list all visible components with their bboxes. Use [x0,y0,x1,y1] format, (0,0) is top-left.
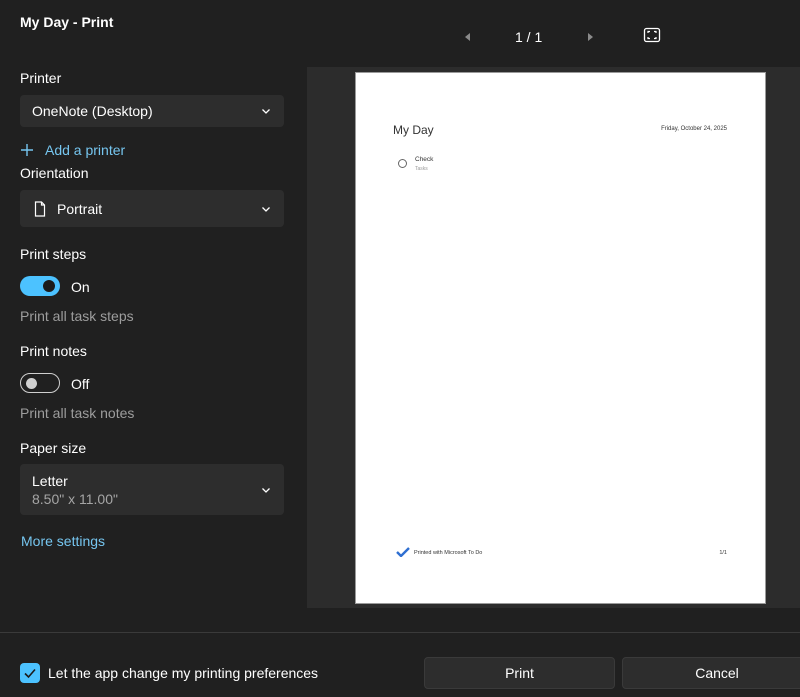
chevron-down-icon [262,109,270,114]
print-notes-toggle[interactable] [20,373,60,393]
preview-page-number: 1/1 [719,550,727,556]
paper-size-dropdown[interactable]: Letter 8.50" x 11.00" [20,464,284,515]
print-button[interactable]: Print [424,657,615,689]
preview-footer: Printed with Microsoft To Do [414,550,483,556]
document-icon [34,200,46,217]
caret-left-icon [465,33,470,41]
printer-dropdown[interactable]: OneNote (Desktop) [20,95,284,127]
fit-page-button[interactable] [643,27,661,43]
chevron-down-icon [262,487,270,493]
toggle-knob [43,280,55,292]
preferences-checkbox-label: Let the app change my printing preferenc… [48,665,319,681]
preview-date: Friday, October 24, 2025 [661,126,727,132]
preview-title: My Day [393,123,434,137]
page-indicator: 1 / 1 [515,29,543,45]
orientation-label: Orientation [20,165,89,181]
preferences-checkbox[interactable] [20,663,40,683]
paper-size-label: Paper size [20,440,87,456]
plus-icon [21,144,33,156]
print-steps-state: On [71,279,90,295]
window-title: My Day - Print [20,14,114,30]
paper-size-dimensions: 8.50" x 11.00" [32,490,118,507]
more-settings-link[interactable]: More settings [21,533,105,549]
caret-right-icon [588,33,593,41]
footer-divider [0,632,800,633]
print-notes-label: Print notes [20,343,87,359]
printer-label: Printer [20,70,62,86]
print-notes-state: Off [71,376,90,392]
prev-page-button[interactable] [462,30,474,42]
print-notes-description: Print all task notes [20,405,135,421]
cancel-button[interactable]: Cancel [622,657,800,689]
printer-value: OneNote (Desktop) [32,103,153,119]
chevron-down-icon [262,206,270,212]
print-steps-toggle[interactable] [20,276,60,296]
preview-page: My Day Friday, October 24, 2025 Check Ta… [355,72,766,604]
fit-to-page-icon [643,27,661,43]
task-circle-icon [398,159,407,168]
add-printer-link[interactable]: Add a printer [20,142,125,158]
print-steps-label: Print steps [20,246,87,262]
orientation-value: Portrait [57,200,103,217]
next-page-button[interactable] [584,30,596,42]
toggle-knob [26,378,37,389]
preview-task-list: Tasks [415,166,428,172]
orientation-dropdown[interactable]: Portrait [20,190,284,227]
print-steps-description: Print all task steps [20,308,134,324]
paper-size-value: Letter [32,472,68,489]
todo-check-icon [396,547,410,557]
add-printer-label: Add a printer [45,142,126,158]
preview-task-title: Check [415,156,434,163]
checkmark-icon [24,668,36,679]
